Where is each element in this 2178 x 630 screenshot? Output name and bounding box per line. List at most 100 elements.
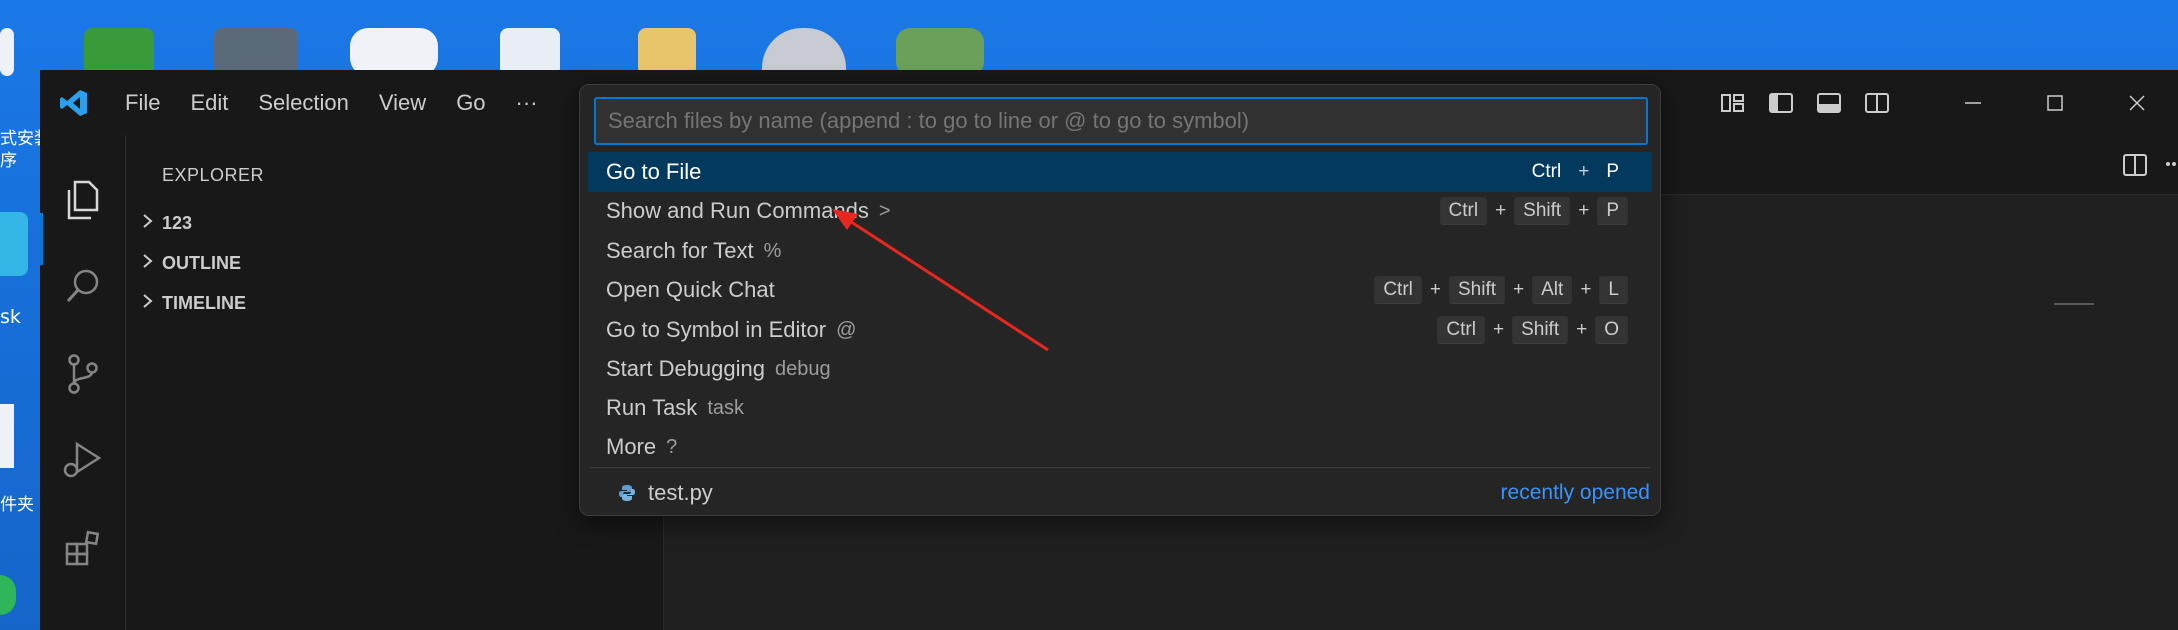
item-label: Run Task (606, 395, 698, 420)
menu-selection[interactable]: Selection (243, 70, 364, 135)
item-prefix: task (707, 396, 744, 419)
document-shortcut-icon[interactable] (500, 28, 560, 76)
toggle-panel-icon[interactable] (1814, 90, 1844, 116)
split-editor-icon[interactable] (2122, 153, 2148, 184)
item-label: Go to Symbol in Editor (606, 317, 827, 342)
active-indicator (40, 213, 43, 265)
menu-bar: File Edit Selection View Go ··· (110, 70, 553, 135)
quick-pick-item-go-to-file[interactable]: Go to File Ctrl + P (588, 152, 1652, 192)
python-file-icon (618, 484, 636, 502)
quick-open-panel: Go to File Ctrl + P Show and Run Command… (579, 84, 1661, 516)
key: Ctrl (1374, 276, 1422, 304)
minimize-icon[interactable] (1932, 70, 2014, 135)
key: Shift (1512, 316, 1569, 344)
folder-name: 123 (162, 213, 193, 233)
keybinding: Ctrl + Shift + P (1439, 197, 1628, 225)
keybinding: Ctrl + P (1523, 158, 1628, 186)
key-plus: + (1580, 279, 1592, 300)
document-shortcut-icon[interactable] (0, 404, 14, 468)
recent-file-name: test.py (648, 480, 713, 505)
key: Shift (1448, 276, 1506, 304)
key-plus: + (1578, 200, 1590, 221)
quick-pick-item-go-to-symbol[interactable]: Go to Symbol in Editor @ Ctrl + Shift + … (588, 310, 1652, 350)
key: O (1595, 316, 1628, 344)
outline-label: OUTLINE (162, 253, 241, 273)
quick-pick-item-run-task[interactable]: Run Task task (588, 388, 1652, 428)
app-shortcut-icon[interactable] (0, 212, 28, 276)
menu-go[interactable]: Go (441, 70, 500, 135)
toggle-primary-sidebar-icon[interactable] (1766, 90, 1796, 116)
quick-open-input[interactable] (594, 97, 1648, 145)
search-icon[interactable] (58, 261, 108, 311)
item-prefix: ? (666, 435, 678, 458)
timeline-label: TIMELINE (162, 293, 246, 313)
key-plus: + (1513, 279, 1525, 300)
minimap-slider[interactable] (2054, 303, 2094, 305)
app-shortcut-icon[interactable] (762, 28, 846, 76)
item-label: Show and Run Commands (606, 198, 869, 223)
outline-section[interactable]: OUTLINE (140, 253, 241, 274)
app-shortcut-icon[interactable] (84, 28, 154, 76)
item-prefix: % (763, 239, 782, 262)
recently-opened-label: recently opened (1500, 481, 1650, 504)
app-shortcut-icon[interactable] (896, 28, 984, 76)
toggle-secondary-sidebar-icon[interactable] (1862, 90, 1892, 116)
item-label: Open Quick Chat (606, 277, 775, 302)
document-shortcut-icon[interactable] (0, 28, 14, 76)
key: L (1599, 276, 1628, 304)
item-label: Go to File (606, 159, 702, 184)
source-control-icon[interactable] (58, 349, 108, 399)
run-and-debug-icon[interactable] (58, 435, 108, 485)
vscode-logo-icon (54, 83, 94, 123)
item-label: More (606, 434, 657, 459)
chevron-right-icon (140, 213, 162, 234)
menu-edit[interactable]: Edit (175, 70, 243, 135)
key: P (1597, 197, 1628, 225)
timeline-section[interactable]: TIMELINE (140, 293, 246, 314)
explorer-icon[interactable] (58, 175, 108, 225)
window-controls (1718, 70, 2178, 135)
separator (590, 467, 1650, 468)
sidebar-header: EXPLORER (162, 165, 265, 185)
item-prefix: > (878, 199, 891, 222)
recent-file-item[interactable]: test.py recently opened (618, 473, 1650, 513)
desktop-label: sk (0, 306, 21, 328)
keybinding: Ctrl + Shift + Alt + L (1374, 276, 1628, 304)
desktop-label: 件夹 (0, 495, 34, 515)
quick-pick-item-start-debugging[interactable]: Start Debugging debug (588, 349, 1652, 389)
key: Ctrl (1437, 316, 1485, 344)
key: Alt (1532, 276, 1573, 304)
key: Ctrl (1439, 197, 1488, 225)
item-prefix: @ (836, 318, 857, 341)
desktop-label: 式安装 序 (0, 129, 51, 171)
menu-view[interactable]: View (364, 70, 441, 135)
customize-layout-icon[interactable] (1718, 90, 1748, 116)
item-label: Search for Text (606, 238, 754, 263)
key-plus: + (1492, 319, 1505, 340)
close-icon[interactable] (2096, 70, 2178, 135)
item-label: Start Debugging (606, 356, 765, 381)
quick-pick-item-more[interactable]: More ? (588, 427, 1652, 467)
menu-more[interactable]: ··· (501, 70, 553, 135)
folder-section[interactable]: 123 (140, 213, 192, 234)
quick-pick-item-search-text[interactable]: Search for Text % (588, 231, 1652, 271)
app-shortcut-icon[interactable] (350, 28, 438, 76)
quick-pick-item-open-quick-chat[interactable]: Open Quick Chat Ctrl + Shift + Alt + L (588, 270, 1652, 310)
menu-file[interactable]: File (110, 70, 175, 135)
app-shortcut-icon[interactable] (0, 575, 16, 615)
extensions-icon[interactable] (58, 523, 108, 573)
chevron-right-icon (140, 293, 162, 314)
key: Shift (1514, 197, 1571, 225)
app-shortcut-icon[interactable] (214, 28, 298, 76)
more-actions-icon[interactable] (2164, 151, 2178, 184)
quick-pick-item-show-run-commands[interactable]: Show and Run Commands > Ctrl + Shift + P (588, 191, 1652, 231)
keybinding: Ctrl + Shift + O (1437, 316, 1628, 344)
key-plus: + (1576, 319, 1588, 340)
maximize-icon[interactable] (2014, 70, 2096, 135)
folder-shortcut-icon[interactable] (638, 28, 696, 76)
key: P (1606, 161, 1619, 182)
key-plus: + (1495, 200, 1507, 221)
activity-bar (40, 135, 126, 630)
chevron-right-icon (140, 253, 162, 274)
key-plus: + (1578, 161, 1590, 182)
